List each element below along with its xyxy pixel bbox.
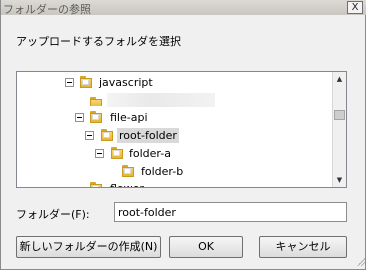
collapse-icon[interactable] [95, 149, 104, 158]
tree-item-label: folder-a [129, 147, 171, 160]
folder-icon [79, 75, 94, 89]
resize-grip[interactable] [355, 256, 365, 266]
folder-icon [121, 164, 136, 178]
tree-item-javascript[interactable]: javascript [61, 74, 261, 91]
tree-item-folder-b[interactable]: folder-b [61, 163, 261, 180]
scroll-up-button[interactable]: ▲ [333, 72, 346, 86]
scroll-thumb[interactable] [334, 110, 345, 120]
new-folder-button[interactable]: 新しいフォルダーの作成(N) [16, 236, 161, 258]
folder-icon [100, 128, 115, 142]
tree-item-folder-a[interactable]: folder-a [61, 145, 261, 162]
arrow-down-icon: ▼ [336, 176, 343, 184]
close-button[interactable]: X [347, 1, 363, 14]
arrow-up-icon: ▲ [336, 75, 343, 83]
folder-icon [89, 110, 104, 124]
tree-item-flower[interactable]: flower [61, 180, 261, 187]
cancel-button[interactable]: キャンセル [259, 236, 347, 258]
tree-item-label: javascript [99, 76, 153, 89]
blurred-region [107, 93, 215, 107]
tree-item-label: root-folder [117, 128, 179, 143]
collapse-icon[interactable] [65, 78, 74, 87]
instruction-text: アップロードするフォルダを選択 [16, 35, 181, 48]
folder-icon [89, 181, 104, 187]
collapse-icon[interactable] [85, 131, 94, 140]
folder-browse-dialog: フォルダーの参照 X アップロードするフォルダを選択 javascript fi… [0, 0, 366, 270]
title-bar[interactable]: フォルダーの参照 X [1, 0, 366, 16]
ok-button[interactable]: OK [169, 236, 243, 258]
tree-item-root-folder[interactable]: root-folder [61, 127, 261, 144]
tree-item-file-api[interactable]: file-api [61, 109, 261, 126]
close-icon: X [351, 2, 359, 13]
folder-name-input[interactable] [114, 202, 347, 222]
folder-icon [89, 96, 104, 106]
folder-tree[interactable]: javascript file-api root-folder folder-a… [16, 71, 347, 188]
folder-field-label: フォルダー(F): [16, 208, 90, 221]
collapse-icon[interactable] [75, 113, 84, 122]
tree-item-label: folder-b [141, 165, 184, 178]
tree-item-label: file-api [110, 111, 148, 124]
tree-scrollbar[interactable]: ▲ ▼ [332, 72, 346, 187]
tree-item-label: flower [108, 181, 146, 187]
folder-icon [110, 146, 125, 160]
dialog-title: フォルダーの参照 [3, 3, 91, 16]
scroll-down-button[interactable]: ▼ [333, 173, 346, 187]
